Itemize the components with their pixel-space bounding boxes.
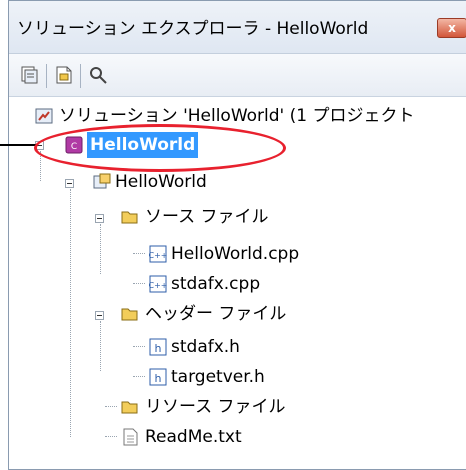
header-file-label: stdafx.h xyxy=(171,337,240,357)
tree-line xyxy=(133,283,145,285)
readme-label: ReadMe.txt xyxy=(145,427,242,447)
source-folder-label: ソース ファイル xyxy=(145,207,269,227)
show-all-files-icon[interactable] xyxy=(53,64,75,86)
cpp-file-icon: C++ xyxy=(149,245,167,263)
toolbar-separator xyxy=(46,64,47,88)
project-icon xyxy=(93,173,111,189)
header-file-icon: h xyxy=(149,338,167,356)
collapse-toggle[interactable] xyxy=(95,311,104,320)
folder-open-icon xyxy=(121,308,138,321)
toolbar xyxy=(9,54,466,97)
tree-line xyxy=(105,406,117,408)
text-file-icon xyxy=(123,428,138,446)
tree-item-solution[interactable]: ソリューション 'HelloWorld' (1 プロジェクト xyxy=(35,103,466,129)
collapse-toggle[interactable] xyxy=(95,214,104,223)
resource-folder-label: リソース ファイル xyxy=(145,397,286,417)
tree-line xyxy=(105,436,117,438)
close-button[interactable]: x xyxy=(437,18,466,38)
header-folder-label: ヘッダー ファイル xyxy=(145,304,287,324)
toolbar-separator xyxy=(80,64,81,88)
view-code-icon[interactable] xyxy=(87,64,109,86)
header-file-icon: h xyxy=(149,368,167,386)
title-bar[interactable]: ソリューション エクスプローラ - HelloWorld x xyxy=(9,1,466,54)
callout-pointer-line xyxy=(0,144,38,146)
close-icon: x xyxy=(448,21,456,35)
tree-line xyxy=(133,346,145,348)
properties-icon[interactable] xyxy=(19,64,41,86)
tree-line xyxy=(133,376,145,378)
cpp-file-icon: C++ xyxy=(149,275,167,293)
folder-icon xyxy=(121,401,138,414)
tree-line xyxy=(70,189,72,437)
svg-text:h: h xyxy=(155,372,162,385)
svg-text:C++: C++ xyxy=(149,251,167,260)
solution-explorer-panel: ソリューション エクスプローラ - HelloWorld x ソリューション '… xyxy=(8,0,466,470)
source-file-label: stdafx.cpp xyxy=(171,274,261,294)
folder-open-icon xyxy=(121,211,138,224)
header-file-label: targetver.h xyxy=(171,367,265,387)
svg-text:h: h xyxy=(155,342,162,355)
tree-line xyxy=(100,321,102,371)
svg-text:C++: C++ xyxy=(149,281,167,290)
project-label: HelloWorld xyxy=(115,172,207,192)
source-file-label: HelloWorld.cpp xyxy=(171,244,300,264)
highlight-ellipse xyxy=(34,124,286,172)
window-title: ソリューション エクスプローラ - HelloWorld xyxy=(17,19,369,39)
tree-line xyxy=(133,253,145,255)
tree-line xyxy=(100,224,102,274)
collapse-toggle[interactable] xyxy=(65,179,74,188)
solution-icon xyxy=(35,108,53,124)
